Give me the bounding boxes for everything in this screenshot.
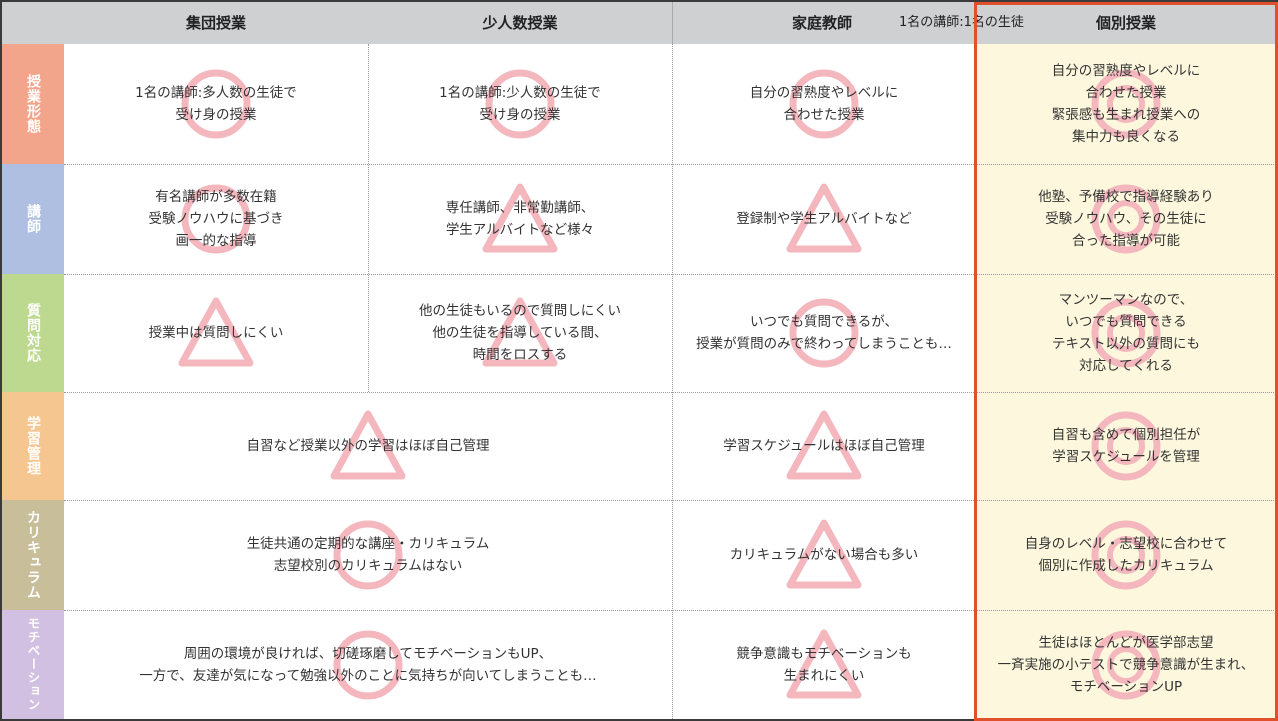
header-home-tutor: 家庭教師: [791, 14, 852, 32]
cell-individual-instructor: 他塾、予備校で指導経験あり 受験ノウハウ、その生徒に 合った指導が可能: [976, 164, 1276, 274]
cell-small-group-instructor: 専任講師、非常勤講師、 学生アルバイトなど様々: [368, 164, 672, 274]
cell-text: 1名の講師:多人数の生徒で 受け身の授業: [135, 85, 297, 123]
row-label-instructor: 講師: [2, 164, 64, 274]
cell-text: 自分の習熟度やレベルに 合わせた授業: [749, 85, 899, 123]
cell-individual-motivation: 生徒はほとんどが医学部志望 一斉実施の小テストで競争意識が生まれ、 モチベーショ…: [976, 610, 1276, 719]
cell-group-and-small-motivation: 周囲の環境が良ければ、切磋琢磨してモチベーションもUP、 一方で、友達が気になっ…: [64, 610, 672, 719]
cell-group-question-support: 授業中は質問しにくい: [64, 274, 368, 392]
cell-text: 競争意識もモチベーションも 生まれにくい: [736, 645, 912, 684]
cell-home-tutor-curriculum: カリキュラムがない場合も多い: [672, 500, 976, 610]
cell-small-group-lesson-format: 1名の講師:少人数の生徒で 受け身の授業: [368, 44, 672, 164]
cell-individual-study-management: 自習も含めて個別担任が 学習スケジュールを管理: [976, 392, 1276, 500]
cell-text: 自身のレベル・志望校に合わせて 個別に作成したカリキュラム: [1024, 536, 1228, 574]
cell-text: 生徒共通の定期的な講座・カリキュラム 志望校別のカリキュラムはない: [246, 536, 490, 574]
cell-text: 授業中は質問しにくい: [148, 325, 284, 341]
cell-home-tutor-question-support: いつでも質問できるが、 授業が質問のみで終わってしまうことも…: [672, 274, 976, 392]
cell-text: 自習など授業以外の学習はほぼ自己管理: [246, 438, 490, 454]
row-label-lesson-format: 授業形態: [2, 44, 64, 164]
cell-text: マンツーマンなので、 いつでも質問できる テキスト以外の質問にも 対応してくれる: [1051, 292, 1201, 374]
cell-text: カリキュラムがない場合も多い: [729, 547, 919, 563]
cell-group-lesson-format: 1名の講師:多人数の生徒で 受け身の授業: [64, 44, 368, 164]
cell-text: 有名講師が多数在籍 受験ノウハウに基づき 画一的な指導: [148, 189, 284, 249]
cell-text: 他塾、予備校で指導経験あり 受験ノウハウ、その生徒に 合った指導が可能: [1038, 189, 1214, 249]
cell-group-and-small-study-management: 自習など授業以外の学習はほぼ自己管理: [64, 392, 672, 500]
header-group-lesson: 集団授業: [185, 14, 246, 32]
cell-text: 生徒はほとんどが医学部志望 一斉実施の小テストで競争意識が生まれ、 モチベーショ…: [997, 634, 1255, 695]
cell-text: 1名の講師:少人数の生徒で 受け身の授業: [439, 85, 601, 123]
cell-text: 他の生徒もいるので質問しにくい 他の生徒を指導している間、 時間をロスする: [419, 303, 621, 363]
row-label-curriculum: カリキュラム: [2, 500, 64, 610]
cell-home-tutor-lesson-format: 自分の習熟度やレベルに 合わせた授業: [672, 44, 976, 164]
table-header: 集団授業 少人数授業 家庭教師 1名の講師:1名の生徒 個別授業: [2, 2, 1276, 44]
row-label-study-management: 学習管理: [2, 392, 64, 500]
cell-text: 専任講師、非常勤講師、 学生アルバイトなど様々: [445, 200, 595, 238]
row-label-question-support: 質問対応: [2, 274, 64, 392]
header-individual-lesson: 個別授業: [1095, 14, 1156, 32]
cell-individual-curriculum: 自身のレベル・志望校に合わせて 個別に作成したカリキュラム: [976, 500, 1276, 610]
row-label-motivation: モチベーション: [2, 610, 64, 719]
header-small-group-lesson: 少人数授業: [482, 14, 558, 32]
cell-text: 自習も含めて個別担任が 学習スケジュールを管理: [1051, 427, 1201, 465]
cell-group-instructor: 有名講師が多数在籍 受験ノウハウに基づき 画一的な指導: [64, 164, 368, 274]
comparison-table: 集団授業 少人数授業 家庭教師 1名の講師:1名の生徒 個別授業 授業形態 講師…: [0, 0, 1278, 721]
cell-small-group-question-support: 他の生徒もいるので質問しにくい 他の生徒を指導している間、 時間をロスする: [368, 274, 672, 392]
cell-text: 自分の習熟度やレベルに 合わせた授業 緊張感も生まれ授業への 集中力も良くなる: [1051, 63, 1201, 145]
cell-home-tutor-study-management: 学習スケジュールはほぼ自己管理: [672, 392, 976, 500]
cell-individual-question-support: マンツーマンなので、 いつでも質問できる テキスト以外の質問にも 対応してくれる: [976, 274, 1276, 392]
cell-home-tutor-instructor: 登録制や学生アルバイトなど: [672, 164, 976, 274]
cell-group-and-small-curriculum: 生徒共通の定期的な講座・カリキュラム 志望校別のカリキュラムはない: [64, 500, 672, 610]
cell-text: いつでも質問できるが、 授業が質問のみで終わってしまうことも…: [696, 314, 952, 352]
cell-individual-lesson-format: 自分の習熟度やレベルに 合わせた授業 緊張感も生まれ授業への 集中力も良くなる: [976, 44, 1276, 164]
cell-home-tutor-motivation: 競争意識もモチベーションも 生まれにくい: [672, 610, 976, 719]
header-separator: [672, 2, 673, 44]
cell-text: 登録制や学生アルバイトなど: [736, 211, 912, 227]
cell-text: 周囲の環境が良ければ、切磋琢磨してモチベーションもUP、 一方で、友達が気になっ…: [139, 645, 597, 684]
cell-text: 学習スケジュールはほぼ自己管理: [723, 438, 925, 454]
